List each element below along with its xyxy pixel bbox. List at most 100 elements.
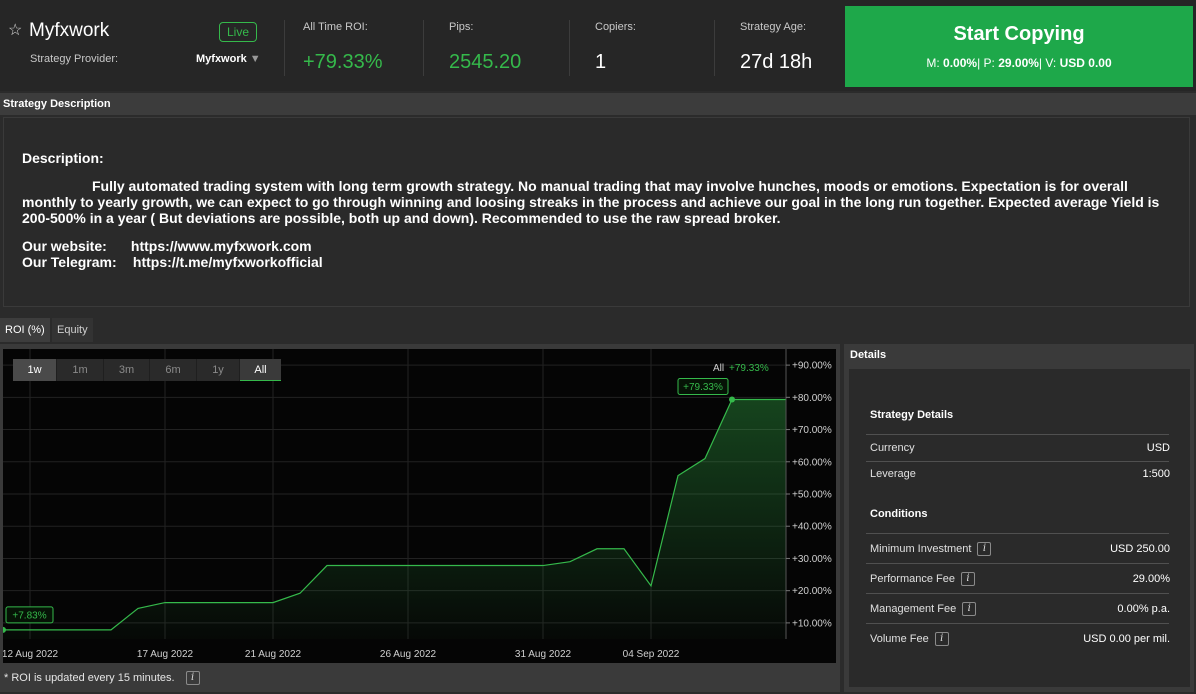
info-icon[interactable]: i [185,671,200,685]
provider-label: Strategy Provider: [30,53,119,65]
x-tick-label: 12 Aug 2022 [3,649,59,660]
condition-label: Volume Fee [870,632,929,645]
tab-equity[interactable]: Equity [52,318,93,342]
fee-m-value: 0.00% [943,56,978,70]
y-tick-label: +30.00% [792,554,832,565]
range-1m-button[interactable]: 1m [57,359,104,381]
range-1y-button[interactable]: 1y [197,359,240,381]
roi-chart[interactable]: +10.00% +20.00% +30.00% +40.00% +50.00% +60.0… [0,349,836,663]
end-point [729,396,735,403]
leverage-label: Leverage [870,468,916,480]
tabs-strip [0,313,1196,343]
fee-summary: M: 0.00%| P: 29.00%| V: USD 0.00 [845,56,1193,70]
stat-value: 1 [595,51,607,73]
roi-chart-svg: +10.00% +20.00% +30.00% +40.00% +50.00% +60.0… [0,349,832,660]
telegram-row: Our Telegram: https://t.me/myfxworkoffic… [22,254,323,270]
x-tick-label: 26 Aug 2022 [380,649,437,660]
fee-p-value: 29.00% [998,56,1039,70]
start-copying-label: Start Copying [953,23,1085,45]
description-text: Fully automated trading system with long… [22,178,1160,226]
performance-fee-value: 29.00% [1132,573,1170,585]
stat-value: 27d 18h [740,51,813,73]
divider [866,593,1169,594]
stat-value: +79.33% [303,51,383,73]
divider [866,563,1169,564]
leverage-value: 1:500 [1142,468,1170,480]
divider [866,623,1169,624]
info-icon[interactable]: i [960,572,975,586]
y-tick-label: +70.00% [792,425,832,436]
y-tick-label: +90.00% [792,361,832,372]
volume-fee-value: USD 0.00 per mil. [1083,633,1170,645]
divider [866,461,1169,462]
divider [866,434,1169,435]
section-title: Strategy Description [3,98,111,110]
divider [569,20,570,76]
strategy-details-heading: Strategy Details [870,409,954,421]
stat-label: Pips: [449,21,474,33]
website-row: Our website: https://www.myfxwork.com [22,238,312,254]
management-fee-label: Management Fee i [870,602,977,616]
y-tick-label: +80.00% [792,393,832,404]
website-link[interactable]: https://www.myfxwork.com [131,238,312,254]
roi-area [3,399,786,639]
legend-series-value: +79.33% [729,363,769,374]
strategy-name: Myfxwork [29,20,110,41]
description-section-bar: Strategy Description [0,93,1196,115]
fee-v-label: | V: [1038,56,1057,70]
currency-value: USD [1146,442,1170,454]
provider-dropdown[interactable]: Myfxwork ▼ [196,53,261,65]
x-tick-label: 31 Aug 2022 [515,649,572,660]
star-outline-icon[interactable]: ☆ [8,20,22,40]
y-tick-label: +60.00% [792,457,832,468]
divider [284,20,285,76]
volume-fee-label: Volume Fee i [870,632,949,646]
info-icon[interactable]: i [962,602,977,616]
description-heading: Description: [22,150,104,166]
roi-update-note: * ROI is updated every 15 minutes. i [4,671,200,685]
range-all-button[interactable]: All [240,359,281,381]
divider [866,533,1169,534]
range-6m-button[interactable]: 6m [150,359,197,381]
strategy-header: ☆ Myfxwork Live Strategy Provider: Myfxw… [0,0,1196,91]
fee-p-label: | P: [977,56,995,70]
range-3m-button[interactable]: 3m [104,359,150,381]
condition-label: Minimum Investment [870,542,972,555]
condition-label: Management Fee [870,602,957,615]
y-tick-label: +20.00% [792,586,832,597]
divider [714,20,715,76]
fee-v-value: USD 0.00 [1059,56,1112,70]
telegram-link[interactable]: https://t.me/myfxworkofficial [133,254,323,270]
legend-series-name: All [713,363,724,374]
stat-label: Copiers: [595,21,636,33]
description-box: Description: Fully automated trading sys… [3,117,1190,307]
info-icon[interactable]: i [977,542,992,556]
telegram-label: Our Telegram: [22,254,117,270]
provider-name: Myfxwork [196,53,247,65]
info-icon[interactable]: i [934,632,949,646]
condition-label: Performance Fee [870,572,955,585]
roi-note-text: * ROI is updated every 15 minutes. [4,671,175,684]
minimum-investment-label: Minimum Investment i [870,542,992,556]
stat-label: Strategy Age: [740,21,807,33]
range-1w-button[interactable]: 1w [13,359,57,381]
chevron-down-icon: ▼ [249,53,261,65]
performance-fee-label: Performance Fee i [870,572,975,586]
tab-roi[interactable]: ROI (%) [0,318,50,342]
divider [423,20,424,76]
currency-label: Currency [870,442,915,454]
management-fee-value: 0.00% p.a. [1117,603,1170,615]
y-tick-label: +40.00% [792,522,832,533]
end-value-label: +79.33% [683,382,723,393]
website-label: Our website: [22,238,107,254]
conditions-heading: Conditions [870,508,928,520]
live-badge: Live [219,22,257,42]
fee-m-label: M: [926,56,940,70]
x-tick-label: 21 Aug 2022 [245,649,302,660]
start-value-label: +7.83% [12,610,46,621]
start-copying-button[interactable]: Start Copying M: 0.00%| P: 29.00%| V: US… [845,6,1193,87]
x-tick-label: 04 Sep 2022 [623,649,680,660]
x-tick-label: 17 Aug 2022 [137,649,194,660]
details-title: Details [850,349,887,361]
minimum-investment-value: USD 250.00 [1110,543,1170,555]
